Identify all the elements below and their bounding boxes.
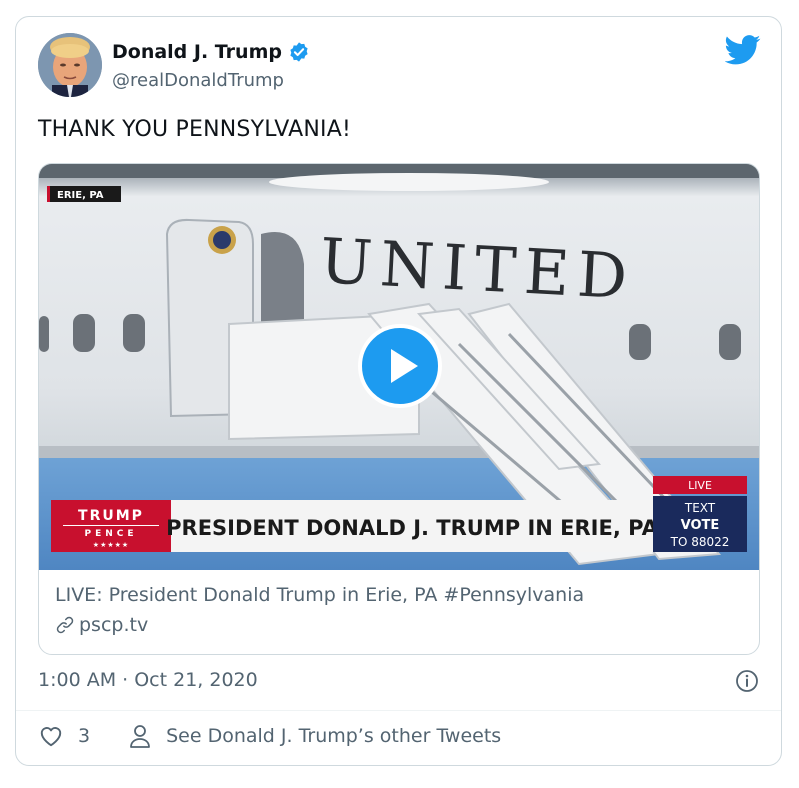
logo-stars: ★★★★★ xyxy=(93,541,129,549)
author-row: Donald J. Trump xyxy=(112,41,310,63)
other-tweets-label[interactable]: See Donald J. Trump’s other Tweets xyxy=(166,725,501,747)
link-domain-row[interactable]: pscp.tv xyxy=(55,614,148,636)
play-icon[interactable] xyxy=(358,324,442,408)
person-icon xyxy=(130,725,150,748)
link-domain[interactable]: pscp.tv xyxy=(79,614,148,636)
heart-icon xyxy=(40,727,62,747)
verified-badge-icon xyxy=(290,42,308,62)
link-icon xyxy=(56,616,74,634)
tweet-text: THANK YOU PENNSYLVANIA! xyxy=(38,117,351,142)
vote-line: VOTE xyxy=(681,518,720,533)
other-tweets-link[interactable]: See Donald J. Trump’s other Tweets xyxy=(128,723,501,749)
like-button[interactable]: 3 xyxy=(38,723,90,749)
avatar[interactable] xyxy=(38,33,102,97)
logo-trump: TRUMP xyxy=(78,508,144,524)
link-title[interactable]: LIVE: President Donald Trump in Erie, PA… xyxy=(55,584,584,606)
author-name[interactable]: Donald J. Trump xyxy=(112,41,282,63)
tweet-timestamp[interactable]: 1:00 AM · Oct 21, 2020 xyxy=(38,669,258,691)
divider xyxy=(16,710,781,711)
action-bar: 3 See Donald J. Trump’s other Tweets xyxy=(38,723,501,749)
tweet-card: Donald J. Trump @realDonaldTrump THANK Y… xyxy=(15,16,782,766)
author-handle[interactable]: @realDonaldTrump xyxy=(112,70,284,91)
info-icon[interactable] xyxy=(735,669,759,693)
live-badge: LIVE xyxy=(688,479,712,492)
location-tag: ERIE, PA xyxy=(57,190,104,201)
twitter-bird-icon[interactable] xyxy=(725,35,761,65)
text-line: TEXT xyxy=(684,501,716,515)
banner-headline: PRESIDENT DONALD J. TRUMP IN ERIE, PA xyxy=(166,516,658,540)
logo-pence: PENCE xyxy=(84,529,137,539)
like-count: 3 xyxy=(78,725,91,747)
video-player[interactable]: UNITED ERIE, PA TRUMP PENCE ★★★★★ PRESID… xyxy=(39,164,759,570)
number-line: TO 88022 xyxy=(670,535,730,549)
media-card[interactable]: UNITED ERIE, PA TRUMP PENCE ★★★★★ PRESID… xyxy=(38,163,760,655)
